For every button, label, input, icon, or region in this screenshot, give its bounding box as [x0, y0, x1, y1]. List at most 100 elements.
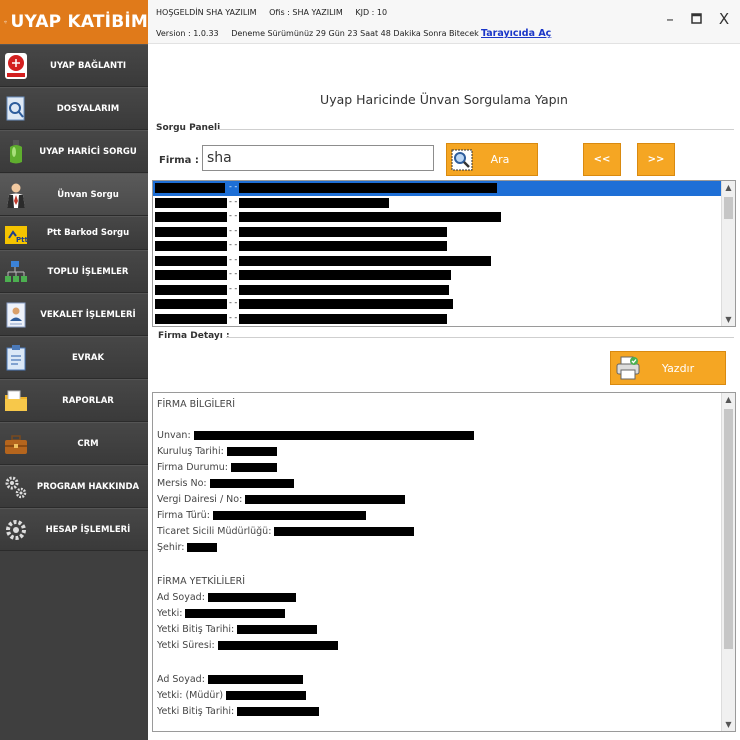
sidebar-item-uyap-baglanti[interactable]: UYAP BAĞLANTI — [0, 44, 148, 87]
sidebar-item-uyap-harici-sorgu[interactable]: UYAP HARİCİ SORGU — [0, 130, 148, 173]
sidebar-item-dosyalarim[interactable]: DOSYALARIM — [0, 87, 148, 130]
results-list[interactable]: - - - - - - - - - - - - - - - - - - - - ▲ ▼ — [152, 180, 736, 327]
sidebar-item-ptt-barkod-sorgu[interactable]: Ptt Ptt Barkod Sorgu — [0, 216, 148, 250]
print-button[interactable]: Yazdır — [610, 351, 726, 385]
businessman-icon — [7, 183, 25, 208]
sidebar-item-vekalet-islemleri[interactable]: VEKALET İŞLEMLERİ — [0, 293, 148, 336]
gears-icon — [5, 476, 27, 499]
row-separator: - - — [229, 269, 238, 278]
result-row[interactable]: - - — [153, 254, 735, 269]
scroll-up-icon[interactable]: ▲ — [722, 181, 735, 194]
row-separator: - - — [229, 283, 238, 293]
search-button[interactable]: Ara — [446, 143, 538, 176]
redacted-code — [155, 284, 227, 295]
maximize-icon — [690, 13, 702, 24]
result-row[interactable]: - - — [153, 283, 735, 298]
field-officer2-name: Ad Soyad: — [157, 674, 303, 688]
magnifier-icon — [451, 149, 473, 170]
scales-of-justice-icon — [4, 20, 8, 24]
redacted-code — [155, 241, 227, 251]
field-unvan: Unvan: — [157, 430, 474, 444]
query-panel-label: Sorgu Paneli — [156, 123, 221, 133]
sidebar-item-evrak[interactable]: EVRAK — [0, 336, 148, 379]
row-separator: - - — [229, 225, 238, 235]
redacted-code — [155, 183, 225, 193]
app-logo: UYAP KATİBİM — [0, 0, 148, 44]
scroll-down-icon[interactable]: ▼ — [722, 313, 735, 326]
prev-page-button[interactable]: << — [583, 143, 621, 176]
detail-scrollbar[interactable]: ▲ ▼ — [721, 393, 735, 731]
ptt-icon: Ptt — [5, 226, 28, 244]
result-row[interactable]: - - — [153, 268, 735, 283]
result-row[interactable]: - - — [153, 297, 735, 312]
results-scrollbar[interactable]: ▲ ▼ — [721, 181, 735, 326]
detail-scroll-up-icon[interactable]: ▲ — [722, 393, 735, 406]
redacted-name — [239, 284, 449, 295]
sidebar-item-program-hakkinda[interactable]: PROGRAM HAKKINDA — [0, 465, 148, 508]
open-in-browser-link[interactable]: Tarayıcıda Aç — [481, 28, 551, 39]
field-firma-turu: Firma Türü: — [157, 510, 366, 524]
title-bar: HOŞGELDİN SHA YAZILIM Ofis : SHA YAZILIM… — [148, 0, 740, 44]
print-button-label: Yazdır — [661, 361, 695, 375]
row-separator: - - — [229, 312, 238, 322]
field-ticaret-sicili: Ticaret Sicili Müdürlüğü: — [157, 526, 415, 540]
briefcase-icon — [5, 435, 27, 454]
maximize-button[interactable] — [686, 10, 706, 28]
gear-icon — [6, 520, 26, 540]
greeting-text: HOŞGELDİN SHA YAZILIM — [156, 8, 257, 17]
redacted-code — [155, 313, 227, 324]
trial-text: Deneme Sürümünüz 29 Gün 23 Saat 48 Dakik… — [231, 29, 479, 38]
row-separator: - - — [229, 298, 238, 307]
kid-text: KJD : 10 — [355, 8, 388, 17]
field-sehir: Şehir: — [157, 542, 218, 556]
sidebar-item-raporlar[interactable]: RAPORLAR — [0, 379, 148, 422]
minimize-button[interactable]: – — [660, 10, 680, 28]
query-panel-divider — [218, 129, 734, 130]
sidebar-item-unvan-sorgu[interactable]: Ünvan Sorgu — [0, 173, 148, 216]
redacted-name — [239, 183, 497, 193]
redacted-code — [155, 197, 227, 208]
field-mersis-no: Mersis No: — [157, 478, 294, 492]
detail-scroll-thumb[interactable] — [724, 409, 733, 649]
green-bottle-icon — [10, 140, 22, 164]
folder-search-icon — [6, 96, 25, 121]
redacted-name — [239, 241, 447, 251]
detail-scroll-down-icon[interactable]: ▼ — [722, 718, 735, 731]
firm-detail-divider — [226, 337, 734, 338]
result-row[interactable]: - - — [153, 225, 735, 240]
result-row[interactable]: - - — [153, 312, 735, 327]
sidebar-item-hesap-islemleri[interactable]: HESAP İŞLEMLERİ — [0, 508, 148, 551]
version-text: Version : 1.0.33 — [156, 29, 219, 38]
id-card-icon — [6, 302, 26, 328]
redacted-code — [155, 270, 227, 280]
close-button[interactable]: X — [714, 10, 734, 28]
sidebar-item-crm[interactable]: CRM — [0, 422, 148, 465]
redacted-name — [239, 212, 501, 222]
redacted-name — [239, 197, 389, 208]
result-row[interactable]: - - — [153, 181, 735, 196]
sidebar-item-toplu-islemler[interactable]: TOPLU İŞLEMLER — [0, 250, 148, 293]
redacted-name — [239, 299, 453, 309]
search-button-label: Ara — [490, 153, 510, 166]
result-row[interactable]: - - — [153, 196, 735, 211]
firm-detail-box[interactable]: FİRMA BİLGİLERİ Unvan: Kuruluş Tarihi: F… — [152, 392, 736, 732]
next-page-button[interactable]: >> — [637, 143, 675, 176]
field-firma-durumu: Firma Durumu: — [157, 462, 277, 476]
result-row[interactable]: - - — [153, 210, 735, 225]
field-officer1-end-date: Yetki Bitiş Tarihi: — [157, 624, 318, 638]
sidebar-menu: UYAP BAĞLANTI DOSYALARIM UYAP HARİCİ SOR… — [0, 44, 148, 551]
uyap-logo-icon — [5, 53, 27, 79]
logo-text: UYAP KATİBİM — [10, 12, 148, 32]
redacted-name — [239, 270, 451, 280]
main-content: Uyap Haricinde Ünvan Sorgulama Yapın Sor… — [148, 44, 740, 740]
blocks-icon — [5, 261, 27, 282]
row-separator: - - — [229, 254, 238, 264]
field-vergi-dairesi: Vergi Dairesi / No: — [157, 494, 406, 508]
redacted-code — [155, 226, 227, 237]
redacted-code — [155, 212, 227, 222]
field-officer1-name: Ad Soyad: — [157, 592, 296, 606]
redacted-code — [155, 299, 227, 309]
scroll-thumb[interactable] — [724, 197, 733, 219]
result-row[interactable]: - - — [153, 239, 735, 254]
firma-search-input[interactable] — [202, 145, 434, 171]
